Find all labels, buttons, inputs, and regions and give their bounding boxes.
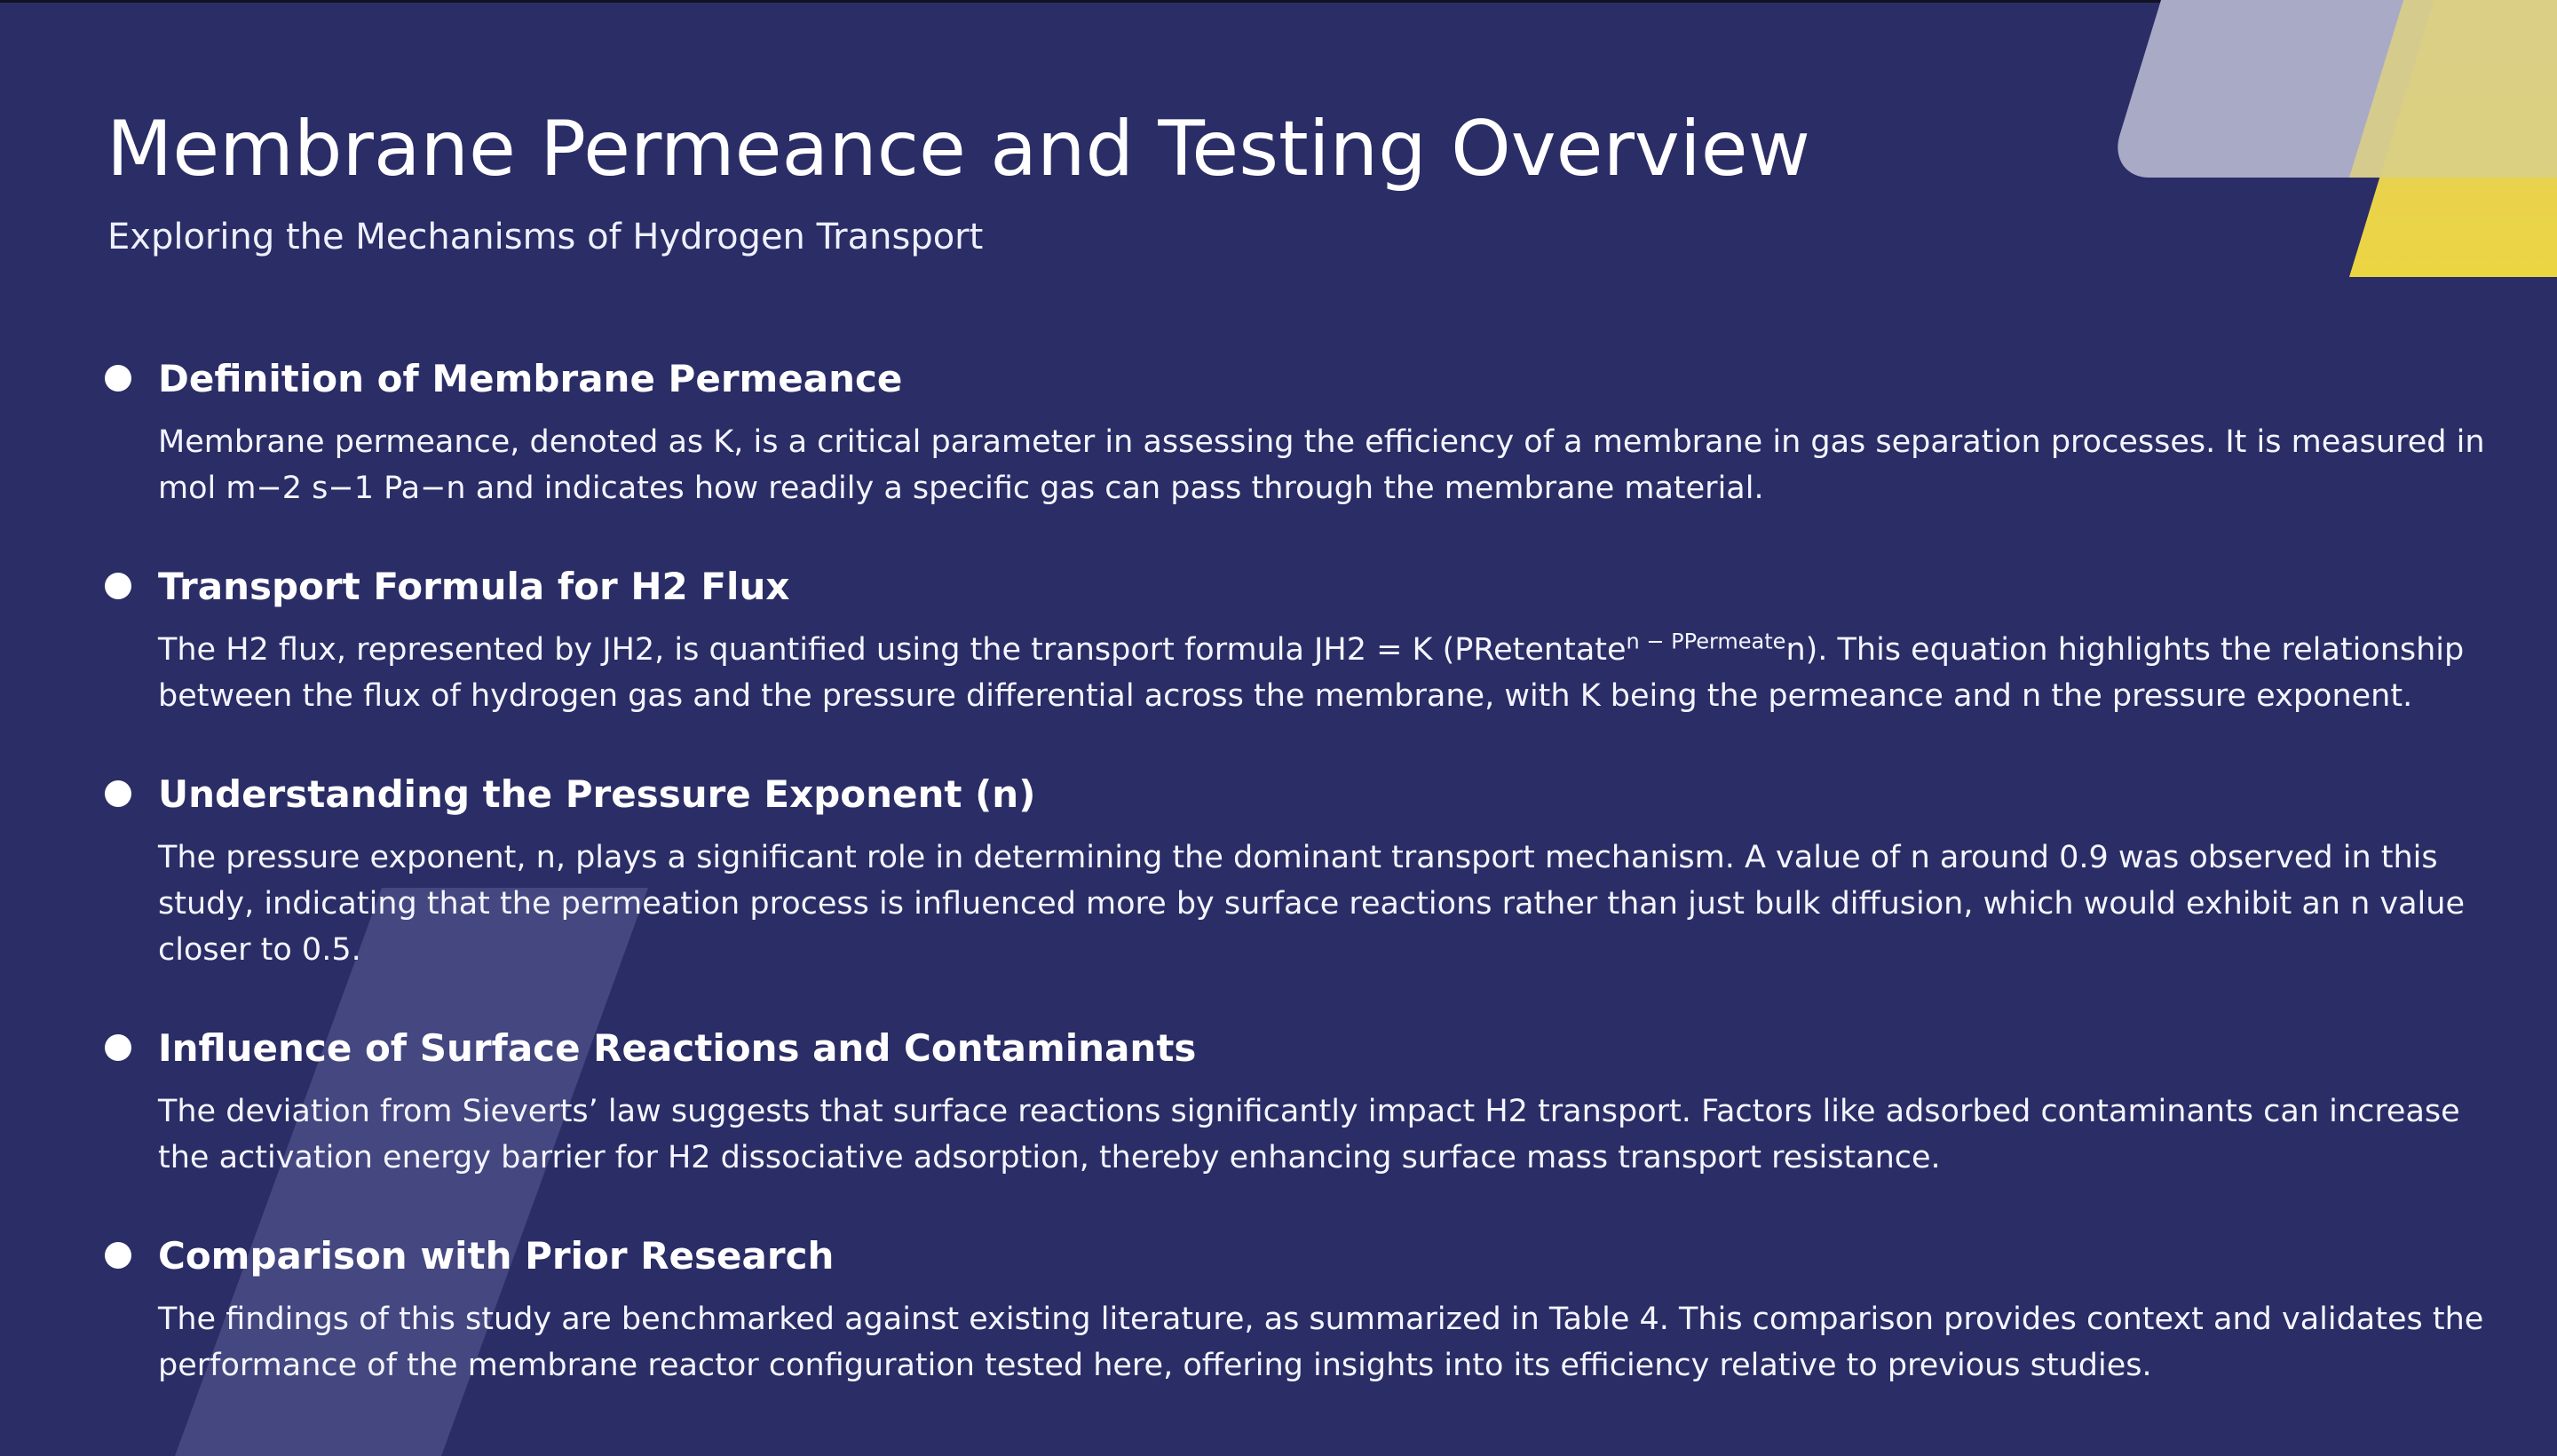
formula-text-prefix: The H2 flux, represented by JH2, is quan… (158, 632, 1627, 668)
section-pressure-exponent: Understanding the Pressure Exponent (n) … (105, 769, 2465, 973)
section-transport-formula: Transport Formula for H2 Flux The H2 flu… (105, 561, 2464, 719)
section-heading: Influence of Surface Reactions and Conta… (158, 1026, 1197, 1070)
section-prior-research: Comparison with Prior Research The findi… (105, 1230, 2483, 1389)
content-sections: Definition of Membrane Permeance Membran… (105, 353, 2485, 1438)
slide-title: Membrane Permeance and Testing Overview (107, 105, 1810, 194)
section-body: The H2 flux, represented by JH2, is quan… (158, 627, 2502, 719)
bullet-icon (105, 573, 131, 599)
bullet-icon (105, 1034, 131, 1061)
section-surface-reactions: Influence of Surface Reactions and Conta… (105, 1023, 2460, 1181)
bullet-icon (105, 780, 131, 807)
section-heading: Understanding the Pressure Exponent (n) (158, 772, 1036, 816)
section-body: The pressure exponent, n, plays a signif… (158, 840, 2465, 968)
section-body: The findings of this study are benchmark… (158, 1302, 2484, 1383)
bullet-icon (105, 365, 131, 392)
formula-superscript: n − PPermeate (1626, 629, 1786, 654)
section-definition: Definition of Membrane Permeance Membran… (105, 353, 2485, 511)
section-body: The deviation from Sieverts’ law suggest… (158, 1094, 2460, 1175)
bullet-icon (105, 1242, 131, 1269)
section-heading: Definition of Membrane Permeance (158, 357, 903, 400)
section-body: Membrane permeance, denoted as K, is a c… (158, 424, 2485, 506)
slide-subtitle: Exploring the Mechanisms of Hydrogen Tra… (107, 217, 984, 257)
section-heading: Comparison with Prior Research (158, 1234, 835, 1278)
section-heading: Transport Formula for H2 Flux (158, 565, 790, 608)
